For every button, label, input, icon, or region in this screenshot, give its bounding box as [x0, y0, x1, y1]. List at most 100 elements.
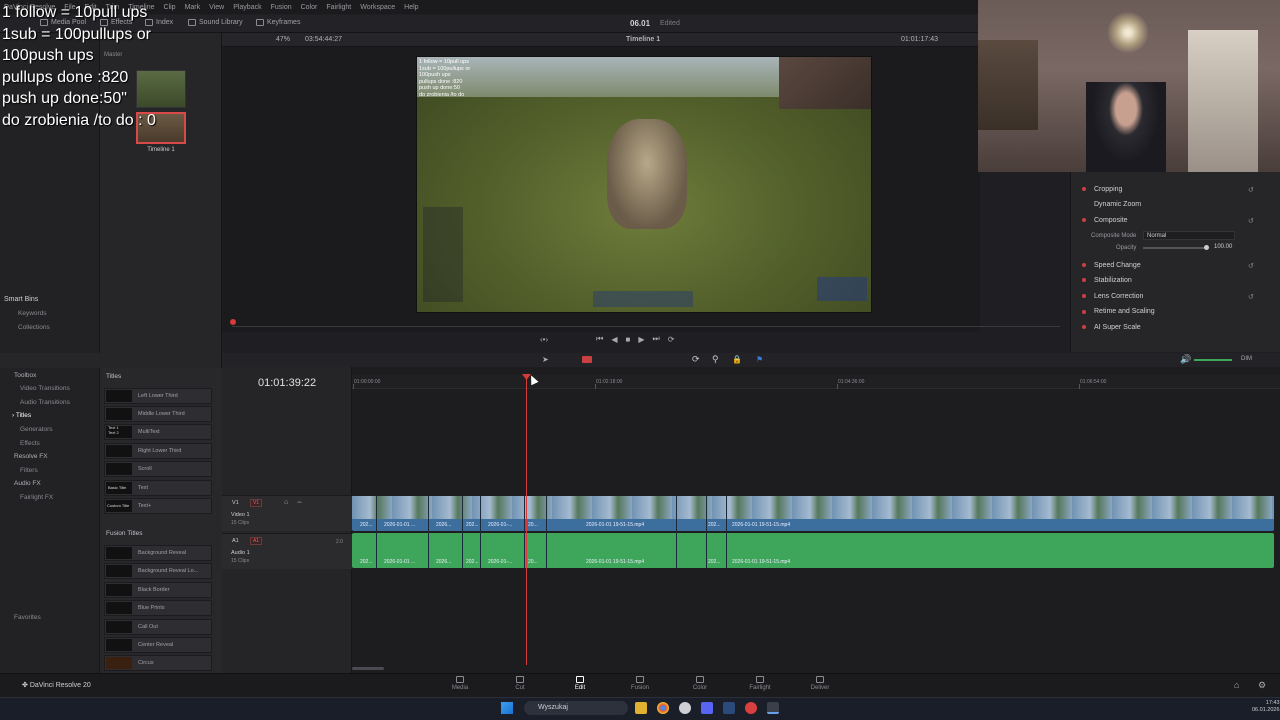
a1-track-name[interactable]: Audio 1 [231, 550, 250, 556]
title-middle-lower-third[interactable]: Middle Lower Third [104, 406, 212, 422]
fx-fairlight-fx[interactable]: Fairlight FX [20, 494, 53, 501]
clip-edit-point[interactable] [706, 496, 707, 568]
inspector-composite[interactable]: Composite [1094, 217, 1127, 224]
inspector-dynamic-zoom[interactable]: Dynamic Zoom [1094, 201, 1141, 208]
play-icon[interactable]: ▶ [638, 335, 644, 344]
gear-icon[interactable]: ⚙ [1258, 680, 1266, 691]
fusion-title-background-reveal-lower[interactable]: Background Reveal Lo... [104, 563, 212, 579]
smart-bin-collections[interactable]: Collections [18, 324, 50, 331]
title-multitext[interactable]: Text 1 Text 2 MultiText [104, 424, 212, 440]
speed-change-enable-dot[interactable] [1082, 263, 1086, 267]
timeline-timecode[interactable]: 01:01:39:22 [258, 377, 316, 389]
fx-titles[interactable]: › Titles [12, 412, 31, 419]
viewer-zoom[interactable]: 47% [276, 36, 290, 43]
inspector-ai-super-scale[interactable]: AI Super Scale [1094, 324, 1141, 331]
inspector-retime-scaling[interactable]: Retime and Scaling [1094, 308, 1155, 315]
volume-slider[interactable] [1194, 359, 1232, 361]
selection-tool-icon[interactable]: ➤ [542, 355, 549, 364]
page-edit-button[interactable]: Edit [560, 676, 600, 691]
home-icon[interactable]: ⌂ [1234, 680, 1239, 690]
skip-end-icon[interactable]: ⏭ [653, 334, 660, 344]
stop-icon[interactable]: ■ [626, 335, 631, 344]
menu-playback[interactable]: Playback [233, 4, 261, 11]
page-media-button[interactable]: Media [440, 676, 480, 691]
taskbar-search-input[interactable]: Wyszukaj [524, 701, 628, 715]
viewer-scrub-head[interactable] [230, 319, 236, 325]
auto-select-icon[interactable]: ⇔ [296, 499, 303, 506]
a1-destination[interactable]: A1 [250, 537, 262, 545]
loop-icon[interactable]: ⟳ [668, 335, 675, 344]
retime-scaling-enable-dot[interactable] [1082, 310, 1086, 314]
page-fusion-button[interactable]: Fusion [620, 676, 660, 691]
menu-color[interactable]: Color [301, 4, 318, 11]
play-reverse-icon[interactable]: ◀ [611, 335, 617, 344]
clip-edit-point[interactable] [676, 496, 677, 568]
app-icon[interactable] [745, 702, 757, 714]
opacity-value[interactable]: 100.00 [1214, 244, 1232, 250]
link-icon[interactable]: ⚲ [712, 354, 719, 365]
clip-edit-point[interactable] [546, 496, 547, 568]
composite-mode-select[interactable]: Normal [1143, 231, 1235, 240]
clip-edit-point[interactable] [524, 496, 525, 568]
cropping-enable-dot[interactable] [1082, 187, 1086, 191]
menu-clip[interactable]: Clip [164, 4, 176, 11]
opacity-slider-knob[interactable] [1204, 245, 1209, 250]
clip-edit-point[interactable] [462, 496, 463, 568]
menu-fusion[interactable]: Fusion [271, 4, 292, 11]
discord-icon[interactable] [701, 702, 713, 714]
clip-edit-point[interactable] [376, 496, 377, 568]
fx-generators[interactable]: Generators [20, 426, 53, 433]
inspector-speed-change[interactable]: Speed Change [1094, 262, 1141, 269]
menu-view[interactable]: View [209, 4, 224, 11]
speaker-icon[interactable]: 🔊 [1180, 354, 1191, 365]
fx-audio-fx[interactable]: Audio FX [14, 480, 41, 487]
chrome-icon[interactable] [657, 702, 669, 714]
smart-bin-keywords[interactable]: Keywords [18, 310, 47, 317]
sound-library-button[interactable]: Sound Library [188, 19, 243, 26]
inspector-stabilization[interactable]: Stabilization [1094, 277, 1132, 284]
viewer-timeline-name[interactable]: Timeline 1 [626, 36, 660, 43]
timeline-horizontal-scrollbar[interactable] [352, 667, 384, 670]
menu-help[interactable]: Help [404, 4, 418, 11]
fx-favorites[interactable]: Favorites [14, 614, 41, 621]
page-cut-button[interactable]: Cut [500, 676, 540, 691]
jog-icon[interactable]: ‹•› [540, 335, 548, 344]
fx-effects[interactable]: Effects [20, 440, 40, 447]
title-text-plus[interactable]: Custom Title Text+ [104, 498, 212, 514]
menu-mark[interactable]: Mark [185, 4, 201, 11]
menu-workspace[interactable]: Workspace [360, 4, 395, 11]
page-color-button[interactable]: Color [680, 676, 720, 691]
title-right-lower-third[interactable]: Right Lower Third [104, 443, 212, 459]
fx-audio-transitions[interactable]: Audio Transitions [20, 399, 70, 406]
fx-resolve-fx[interactable]: Resolve FX [14, 453, 48, 460]
lock-icon[interactable]: 🔒 [732, 355, 742, 364]
fusion-title-blue-prints[interactable]: Blue Prints [104, 600, 212, 616]
reset-icon[interactable]: ↺ [1248, 186, 1254, 194]
page-fairlight-button[interactable]: Fairlight [740, 676, 780, 691]
fx-filters[interactable]: Filters [20, 467, 38, 474]
clip-edit-point[interactable] [480, 496, 481, 568]
composite-enable-dot[interactable] [1082, 218, 1086, 222]
track-lock-icon[interactable]: ⌂ [284, 499, 288, 506]
fusion-title-center-reveal[interactable]: Center Reveal [104, 637, 212, 653]
reset-icon[interactable]: ↺ [1248, 293, 1254, 301]
opacity-slider[interactable] [1143, 247, 1207, 249]
timeline-ruler[interactable] [352, 375, 1280, 389]
blade-tool-icon[interactable] [582, 356, 592, 363]
title-left-lower-third[interactable]: Left Lower Third [104, 388, 212, 404]
snapping-icon[interactable]: ⟳ [692, 354, 700, 365]
menu-fairlight[interactable]: Fairlight [326, 4, 351, 11]
steam-icon[interactable] [723, 702, 735, 714]
fx-video-transitions[interactable]: Video Transitions [20, 385, 70, 392]
fusion-title-call-out[interactable]: Call Out [104, 619, 212, 635]
file-explorer-icon[interactable] [635, 702, 647, 714]
stabilization-enable-dot[interactable] [1082, 278, 1086, 282]
dim-button[interactable]: DIM [1241, 356, 1252, 362]
skip-start-icon[interactable]: ⏮ [596, 334, 603, 344]
lens-correction-enable-dot[interactable] [1082, 294, 1086, 298]
clip-edit-point[interactable] [726, 496, 727, 568]
viewer-scrub-bar[interactable] [232, 326, 1060, 327]
inspector-lens-correction[interactable]: Lens Correction [1094, 293, 1143, 300]
inspector-cropping[interactable]: Cropping [1094, 186, 1122, 193]
title-scroll[interactable]: Scroll [104, 461, 212, 477]
